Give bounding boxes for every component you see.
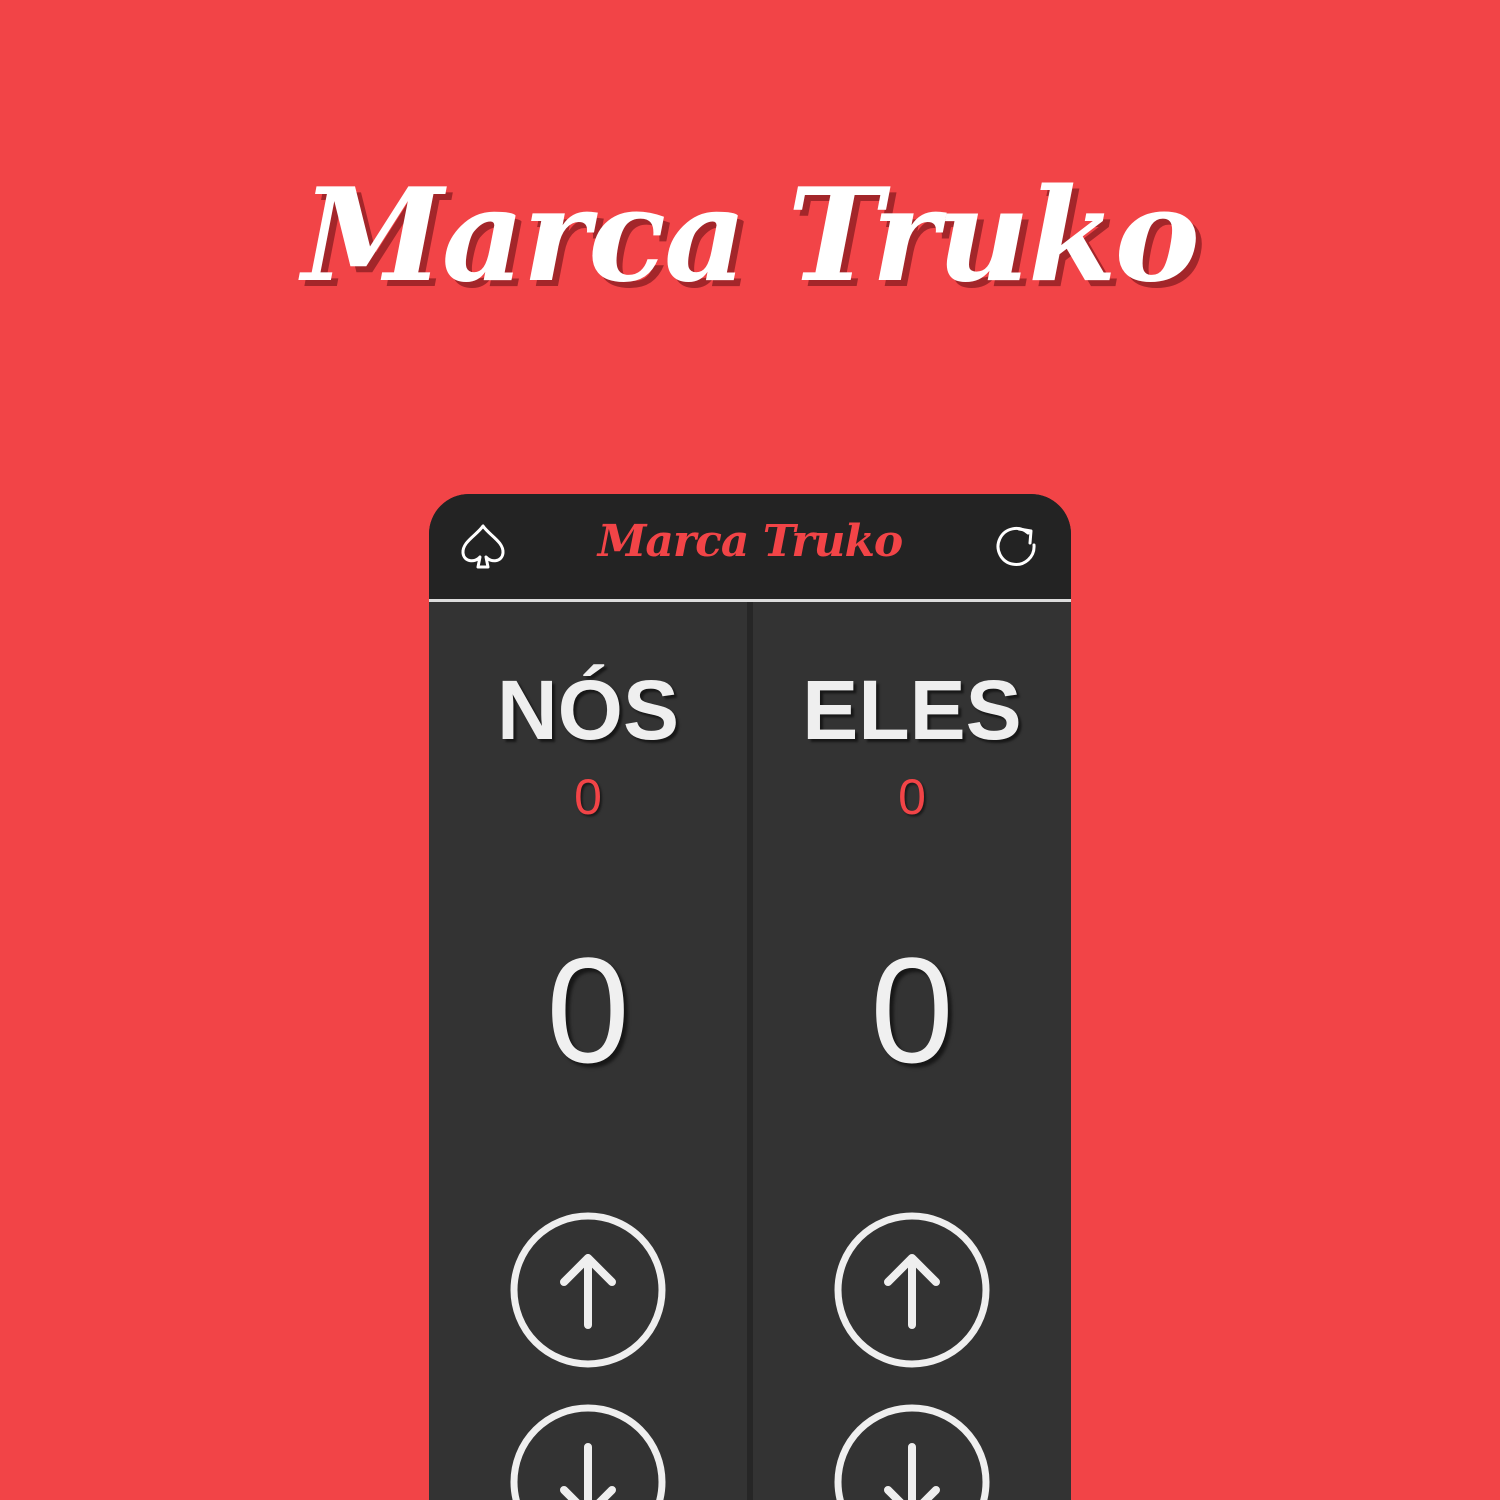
app-title: Marca Truko [597,516,904,567]
phone-screen: Marca Truko NÓS 0 0 ELES 0 0 [429,494,1071,1500]
team-panel-nos: NÓS 0 0 [429,602,747,1500]
games-won-count: 0 [898,769,926,825]
team-panel-eles: ELES 0 0 [753,602,1071,1500]
arrow-up-circle-icon[interactable] [508,1210,668,1370]
games-won-count: 0 [574,769,602,825]
spade-menu-button[interactable] [455,519,511,575]
team-score: 0 [546,926,630,1094]
team-score: 0 [870,926,954,1094]
arrow-up-circle-icon[interactable] [832,1210,992,1370]
refresh-icon [996,526,1036,566]
app-header: Marca Truko [429,494,1071,599]
arrow-down-circle-icon[interactable] [508,1402,668,1500]
refresh-button[interactable] [989,519,1045,575]
promo-title: Marca Truko [302,161,1200,311]
spade-icon [461,524,505,569]
team-name: ELES [802,663,1022,757]
arrow-down-circle-icon[interactable] [832,1402,992,1500]
team-name: NÓS [496,663,680,757]
